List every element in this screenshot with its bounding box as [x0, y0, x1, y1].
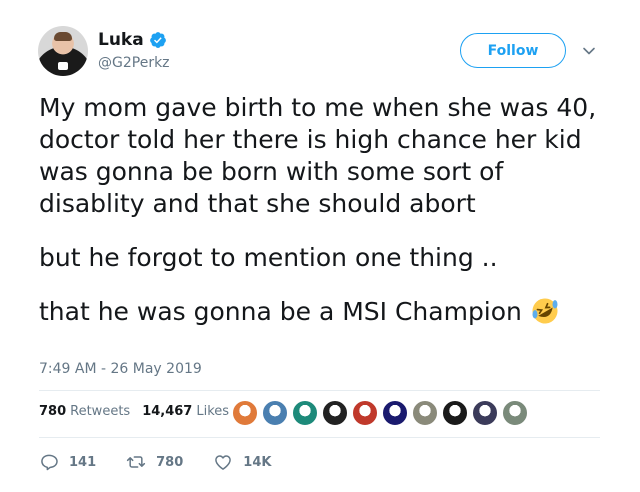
liker-avatar[interactable]	[442, 400, 468, 426]
like-button[interactable]: 14K	[213, 452, 271, 472]
reply-button[interactable]: 141	[39, 452, 96, 472]
liker-avatar[interactable]	[292, 400, 318, 426]
follow-button[interactable]: Follow	[460, 33, 566, 68]
retweets-stat[interactable]: 780 Retweets	[39, 404, 130, 419]
tweet-stats: 780 Retweets 14,467 Likes	[39, 404, 241, 419]
avatar-hair	[54, 32, 72, 41]
tweet-text: My mom gave birth to me when she was 40,…	[39, 92, 599, 328]
author-name[interactable]: Luka	[98, 30, 144, 50]
retweet-count: 780	[156, 454, 184, 470]
reply-icon	[41, 454, 58, 471]
liker-avatar[interactable]	[412, 400, 438, 426]
retweets-count: 780	[39, 404, 67, 419]
reply-count: 141	[69, 454, 97, 470]
retweet-button[interactable]: 780	[126, 452, 183, 472]
retweet-icon	[127, 456, 146, 468]
tweet-card: Luka @G2Perkz Follow My mom gave birth t…	[0, 0, 640, 492]
avatar[interactable]	[38, 26, 88, 76]
tweet-text-line: My mom gave birth to me when she was 40,	[39, 93, 597, 122]
rolling-laughing-emoji-icon	[532, 298, 558, 324]
chevron-down-icon[interactable]	[582, 44, 596, 58]
tweet-text-line: was gonna be born with some sort of	[39, 157, 504, 186]
liker-avatar[interactable]	[262, 400, 288, 426]
author-name-row: Luka	[98, 30, 167, 50]
divider	[39, 390, 600, 391]
liker-avatar[interactable]	[502, 400, 528, 426]
like-count: 14K	[243, 454, 272, 470]
likes-count: 14,467	[142, 404, 193, 419]
tweet-text-line: but he forgot to mention one thing ..	[39, 243, 498, 272]
likes-label: Likes	[196, 404, 230, 419]
likes-stat[interactable]: 14,467 Likes	[142, 404, 229, 419]
verified-badge-icon	[149, 32, 166, 48]
heart-icon	[215, 455, 232, 470]
retweets-label: Retweets	[70, 404, 131, 419]
avatar-team-logo	[58, 62, 68, 70]
tweet-text-line: doctor told her there is high chance her…	[39, 125, 582, 154]
liker-avatar[interactable]	[232, 400, 258, 426]
tweet-text-fragment: that he was gonna be a MSI Champion	[39, 297, 522, 326]
tweet-text-line-last: that he was gonna be a MSI Champion	[39, 296, 599, 328]
tweet-timestamp[interactable]: 7:49 AM - 26 May 2019	[39, 361, 202, 377]
author-handle[interactable]: @G2Perkz	[98, 55, 170, 71]
tweet-text-line: disablity and that she should abort	[39, 189, 476, 218]
tweet-actions: 141 780 14K	[39, 452, 301, 472]
liker-avatars	[232, 400, 532, 426]
divider	[39, 437, 600, 438]
liker-avatar[interactable]	[472, 400, 498, 426]
liker-avatar[interactable]	[382, 400, 408, 426]
liker-avatar[interactable]	[322, 400, 348, 426]
liker-avatar[interactable]	[352, 400, 378, 426]
